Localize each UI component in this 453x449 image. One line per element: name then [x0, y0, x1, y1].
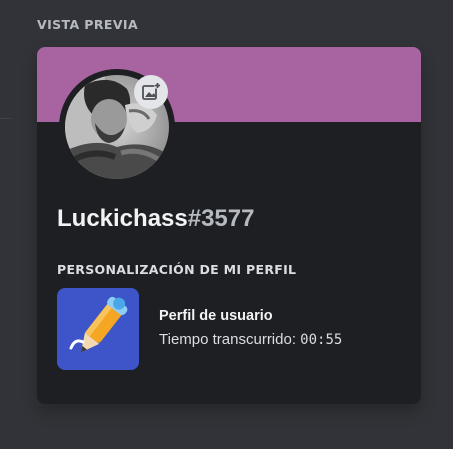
- divider: [0, 118, 12, 119]
- add-image-icon[interactable]: [134, 75, 168, 109]
- elapsed-value: 00:55: [300, 332, 343, 348]
- elapsed-label: Tiempo transcurrido:: [159, 331, 301, 348]
- username-display: Luckichass#3577: [57, 207, 254, 231]
- username: Luckichass: [57, 205, 188, 232]
- section-title: VISTA PREVIA: [37, 17, 139, 32]
- pencil-icon: [69, 296, 128, 353]
- activity-name: Perfil de usuario: [159, 308, 273, 324]
- discriminator: #3577: [187, 205, 255, 232]
- activity-section-title: PERSONALIZACIÓN DE MI PERFIL: [57, 262, 297, 277]
- profile-card: Luckichass#3577 PERSONALIZACIÓN DE MI PE…: [37, 47, 421, 404]
- activity-image: [57, 288, 139, 370]
- profile-preview-panel: VISTA PREVIA Luckichass#3577 PERSONALIZA…: [0, 0, 453, 449]
- activity-elapsed: Tiempo transcurrido: 00:55: [159, 331, 342, 348]
